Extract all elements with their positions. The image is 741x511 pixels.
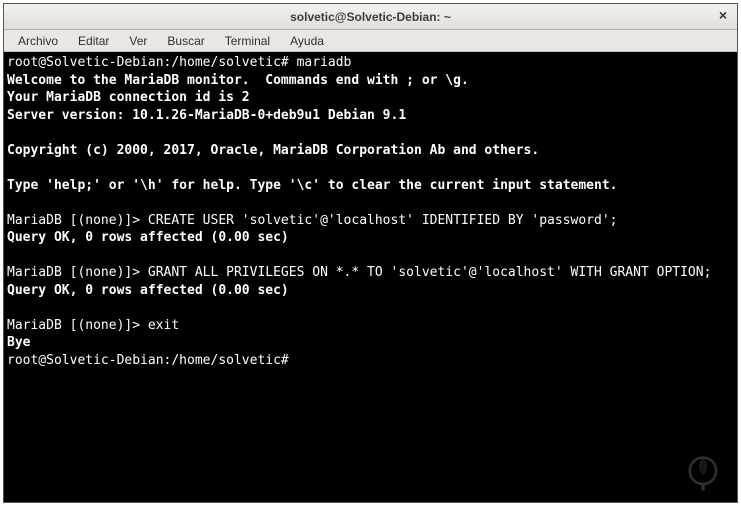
watermark-icon <box>681 451 725 495</box>
terminal-output[interactable]: root@Solvetic-Debian:/home/solvetic# mar… <box>4 52 737 502</box>
terminal-line: Copyright (c) 2000, 2017, Oracle, MariaD… <box>7 143 539 158</box>
terminal-line: Welcome to the MariaDB monitor. Commands… <box>7 73 469 88</box>
terminal-line: MariaDB [(none)]> CREATE USER 'solvetic'… <box>7 213 617 228</box>
terminal-line: Query OK, 0 rows affected (0.00 sec) <box>7 230 289 245</box>
terminal-line: Server version: 10.1.26-MariaDB-0+deb9u1… <box>7 108 406 123</box>
terminal-line: Query OK, 0 rows affected (0.00 sec) <box>7 283 289 298</box>
menu-editar[interactable]: Editar <box>68 32 119 50</box>
menu-ver[interactable]: Ver <box>119 32 157 50</box>
terminal-line: MariaDB [(none)]> GRANT ALL PRIVILEGES O… <box>7 265 711 280</box>
titlebar: solvetic@Solvetic-Debian: ~ × <box>4 4 737 30</box>
window-title: solvetic@Solvetic-Debian: ~ <box>290 10 451 24</box>
close-icon[interactable]: × <box>715 8 731 24</box>
terminal-line: Your MariaDB connection id is 2 <box>7 90 250 105</box>
menubar: Archivo Editar Ver Buscar Terminal Ayuda <box>4 30 737 52</box>
terminal-line: MariaDB [(none)]> exit <box>7 318 179 333</box>
terminal-line: Bye <box>7 335 30 350</box>
menu-ayuda[interactable]: Ayuda <box>280 32 334 50</box>
terminal-line: root@Solvetic-Debian:/home/solvetic# mar… <box>7 55 351 70</box>
terminal-line: Type 'help;' or '\h' for help. Type '\c'… <box>7 178 617 193</box>
menu-buscar[interactable]: Buscar <box>157 32 214 50</box>
menu-terminal[interactable]: Terminal <box>215 32 280 50</box>
menu-archivo[interactable]: Archivo <box>8 32 68 50</box>
terminal-window: solvetic@Solvetic-Debian: ~ × Archivo Ed… <box>3 3 738 503</box>
terminal-prompt: root@Solvetic-Debian:/home/solvetic# <box>7 353 297 368</box>
